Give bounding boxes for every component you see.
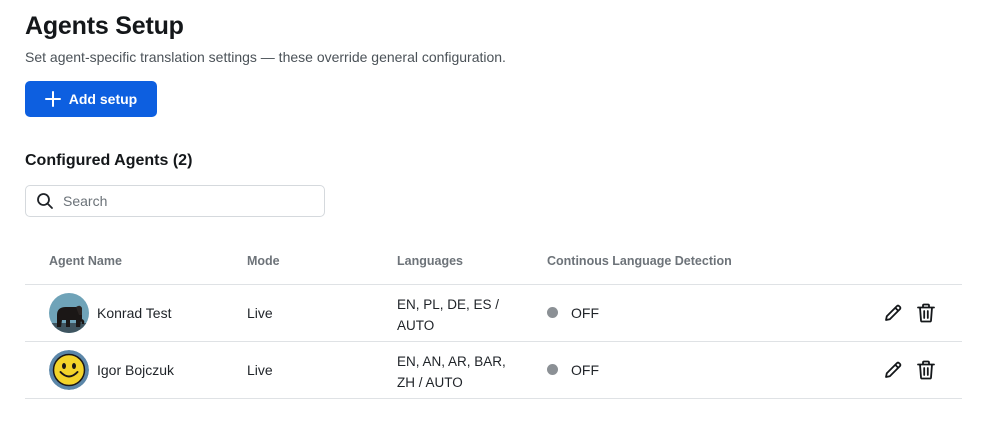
detection-status: OFF <box>571 305 599 321</box>
agent-languages: EN, AN, AR, BAR, ZH / AUTO <box>397 351 527 393</box>
page-title: Agents Setup <box>25 12 184 40</box>
agent-name: Igor Bojczuk <box>97 362 175 378</box>
smiley-avatar <box>49 350 89 390</box>
agents-setup-page: Agents Setup Set agent-specific translat… <box>0 0 990 435</box>
page-subtitle: Set agent-specific translation settings … <box>25 49 506 65</box>
search-input[interactable] <box>63 193 303 209</box>
status-dot <box>547 364 558 375</box>
agent-mode: Live <box>247 362 273 378</box>
column-header-languages: Languages <box>397 254 463 268</box>
search-box[interactable] <box>25 185 325 217</box>
agent-languages: EN, PL, DE, ES / AUTO <box>397 294 527 336</box>
agents-table: Agent Name Mode Languages Continous Lang… <box>25 242 962 399</box>
detection-status: OFF <box>571 362 599 378</box>
elephant-avatar <box>49 293 89 333</box>
agent-name: Konrad Test <box>97 305 172 321</box>
languages-line: AUTO <box>397 318 435 333</box>
pencil-icon[interactable] <box>882 302 904 324</box>
table-header: Agent Name Mode Languages Continous Lang… <box>25 242 962 285</box>
trash-icon[interactable] <box>915 302 937 324</box>
add-setup-label: Add setup <box>68 91 138 107</box>
status-dot <box>547 307 558 318</box>
column-header-mode: Mode <box>247 254 280 268</box>
languages-line: EN, AN, AR, BAR, <box>397 354 506 369</box>
pencil-icon[interactable] <box>882 359 904 381</box>
add-setup-button[interactable]: Add setup <box>25 81 157 117</box>
column-header-language-detection: Continous Language Detection <box>547 254 732 268</box>
search-icon <box>36 192 54 210</box>
languages-line: ZH / AUTO <box>397 375 463 390</box>
agent-mode: Live <box>247 305 273 321</box>
table-row: Konrad Test Live EN, PL, DE, ES / AUTO O… <box>25 285 962 342</box>
plus-icon <box>44 91 61 107</box>
languages-line: EN, PL, DE, ES / <box>397 297 500 312</box>
trash-icon[interactable] <box>915 359 937 381</box>
configured-agents-title: Configured Agents (2) <box>25 152 193 169</box>
table-row: Igor Bojczuk Live EN, AN, AR, BAR, ZH / … <box>25 342 962 399</box>
column-header-agent-name: Agent Name <box>49 254 122 268</box>
